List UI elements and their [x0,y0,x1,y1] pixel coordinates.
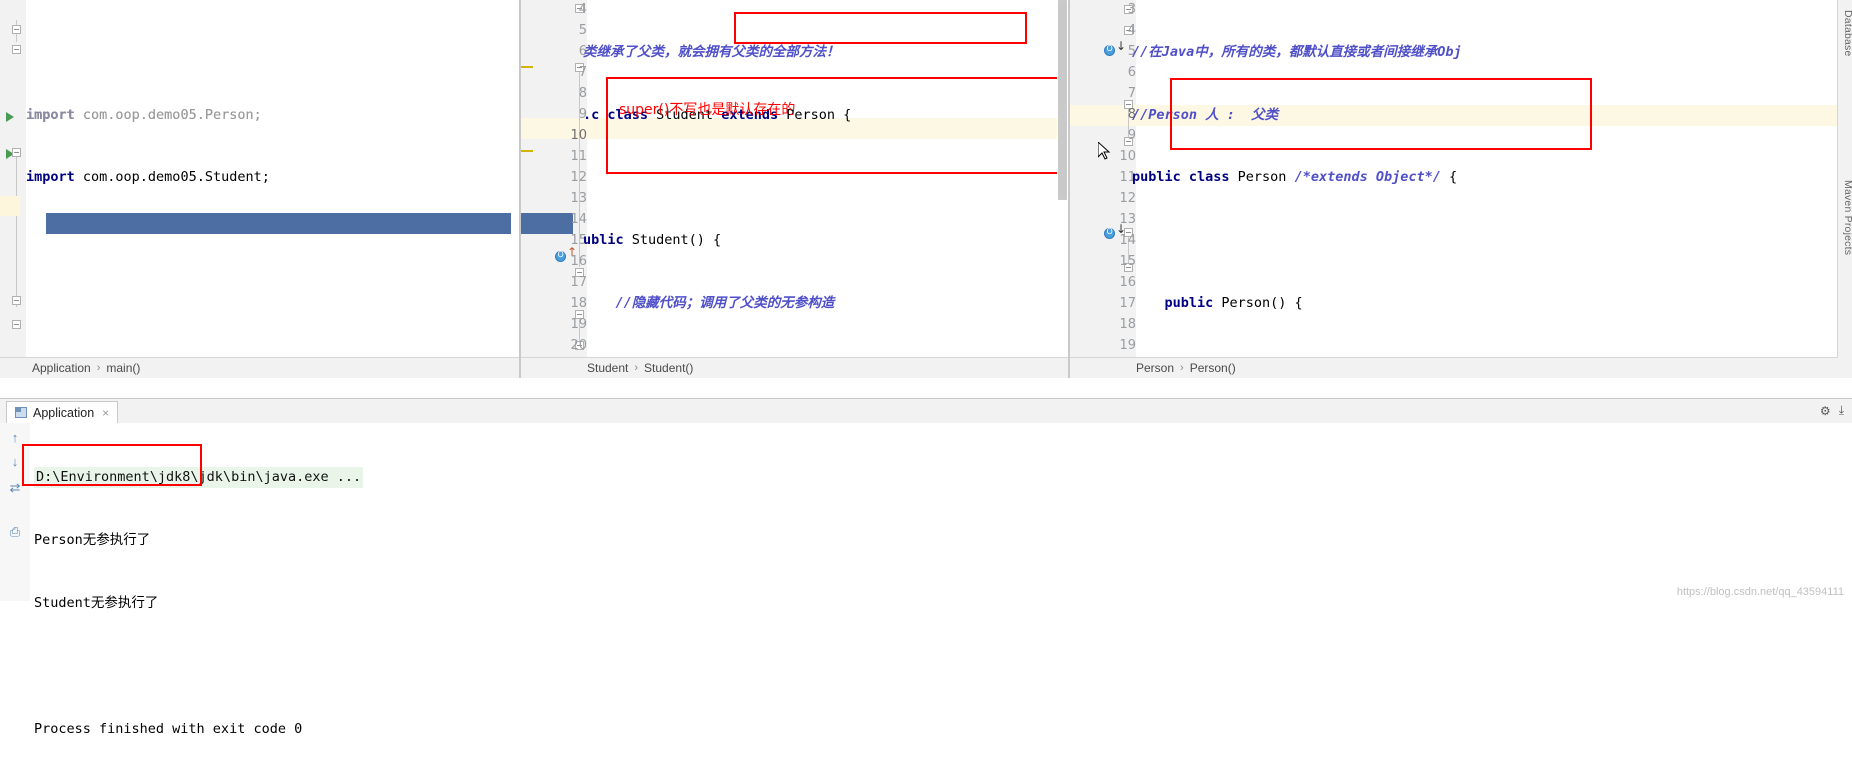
run-tab-bar: Application × ⚙ ⤓ [0,399,1852,424]
console-output[interactable]: D:\Environment\jdk8\jdk\bin\java.exe ...… [30,423,1852,737]
gear-icon[interactable]: ⚙ [1820,404,1831,418]
code-import-keyword: import [26,106,83,123]
scroll-down-icon[interactable]: ↓ [6,453,24,471]
method-override-icon[interactable] [555,250,566,262]
breadcrumb-student[interactable]: Student › Student() [521,357,1068,378]
fold-collapse-icon[interactable] [12,45,21,54]
subclass-marker-icon[interactable] [1104,44,1115,56]
soft-wrap-icon[interactable]: ⇄ [6,479,24,497]
breadcrumb-item-class[interactable]: Person [1134,361,1176,375]
breadcrumb-item-method[interactable]: Student() [642,361,695,375]
code-lines-student[interactable]: 类继承了父类，就会拥有父类的全部方法！ .c class Student ext… [583,0,1068,378]
code-comment: /*extends Object*/ [1294,169,1441,186]
code-lines-application[interactable]: import com.oop.demo05.Person; import com… [26,0,519,378]
fold-collapse-icon[interactable] [12,25,21,34]
code-brace: { [1440,169,1458,186]
method-overridden-icon[interactable] [1104,227,1115,239]
fold-collapse-icon[interactable] [12,320,21,329]
breadcrumb-item-method[interactable]: main() [104,361,142,375]
code-superclass-name: Person { [786,106,852,123]
breadcrumb-item-method[interactable]: Person() [1188,361,1238,375]
right-tool-tab-bar[interactable]: Database Maven Projects [1837,0,1852,378]
tool-tab-maven[interactable]: Maven Projects [1842,180,1852,255]
vertical-scrollbar-thumb[interactable] [1058,0,1067,200]
code-import-keyword: import [26,169,83,186]
modified-line-stripe [521,150,533,152]
run-class-arrow-icon[interactable] [6,112,14,122]
annotation-text-super: super()不写也是默认存在的 [619,102,796,118]
editor-pane-application[interactable]: import com.oop.demo05.Person; import com… [0,0,519,378]
console-line: Person无参执行了 [30,530,1852,551]
breadcrumb-item-class[interactable]: Application [30,361,93,375]
run-tool-window: Application × ⚙ ⤓ ↑ ↓ ⇄ ⎙ D:\Environment… [0,398,1852,737]
print-icon[interactable]: ⎙ [6,523,24,541]
code-lines-person[interactable]: //在Java中，所有的类，都默认直接或者间接继承Obj //Person 人 … [1132,0,1852,378]
code-ctor-modifier: public [1132,294,1222,311]
changed-line-marker [0,196,20,216]
code-ctor-modifier: ublic [583,231,632,248]
modified-line-stripe [521,66,533,68]
breadcrumb-separator-icon: › [1180,362,1184,374]
subclass-down-arrow-icon: ↓ [1116,39,1127,53]
console-output-line: Student无参执行了 [34,595,159,611]
run-window-toolbar: ⚙ ⤓ [1820,403,1844,418]
console-line: Process finished with exit code 0 [30,719,1852,740]
breadcrumb-separator-icon: › [634,362,639,374]
minimize-icon[interactable]: ⤓ [1839,403,1844,418]
code-import-path: com.oop.demo05.Student; [82,169,270,186]
code-comment: //隐藏代码；调用了父类的无参构造 [583,294,835,311]
run-configuration-icon [15,407,27,418]
ide-window: import com.oop.demo05.Person; import com… [0,0,1852,737]
tool-tab-database[interactable]: Database [1842,10,1852,57]
fold-collapse-icon[interactable] [12,148,21,157]
breadcrumb-person[interactable]: Person › Person() [1070,357,1838,378]
code-ctor-signature: Person() { [1221,294,1303,311]
watermark-text: https://blog.csdn.net/qq_43594111 [1676,586,1844,598]
marker-bar-student[interactable] [1057,0,1068,378]
console-line: Student无参执行了 [30,593,1852,614]
fold-guide-line [16,157,17,307]
run-tab-label: Application [33,405,95,420]
code-comment: 类继承了父类，就会拥有父类的全部方法！ [583,43,840,60]
code-comment: //Person 人 : 父类 [1132,106,1279,123]
console-exit-line: Process finished with exit code 0 [34,721,303,737]
console-side-toolbar: ↑ ↓ ⇄ ⎙ [0,423,30,601]
fold-collapse-icon[interactable] [12,296,21,305]
console-command-line: D:\Environment\jdk8\jdk\bin\java.exe ... [34,467,364,488]
breadcrumb-separator-icon: › [96,362,101,374]
editor-split-area: import com.oop.demo05.Person; import com… [0,0,1852,378]
editor-pane-person[interactable]: ↓ ↓ 3 4 5 6 7 8 9 10 11 12 13 14 15 16 1… [1070,0,1852,378]
selection-bleed [521,213,573,234]
breadcrumb-application[interactable]: Application › main() [0,357,519,378]
editor-pane-student[interactable]: ↑ 4 5 6 7 8 9 10 11 12 13 14 15 16 17 18… [521,0,1068,378]
breadcrumb-item-class[interactable]: Student [585,361,630,375]
console-output-line: Person无参执行了 [34,532,151,548]
code-comment: //在Java中，所有的类，都默认直接或者间接继承Obj [1132,43,1462,60]
run-tab-application[interactable]: Application × [6,401,119,424]
code-ctor-signature: Student() { [631,231,722,248]
code-class-decl: public class [1132,169,1238,186]
code-import-path: com.oop.demo05.Person; [82,106,262,123]
console-line: D:\Environment\jdk8\jdk\bin\java.exe ... [30,467,1852,488]
mouse-cursor-icon [1098,142,1111,160]
code-class-name: Person [1237,169,1295,186]
scroll-up-icon[interactable]: ↑ [6,429,24,447]
close-icon[interactable]: × [102,406,109,420]
